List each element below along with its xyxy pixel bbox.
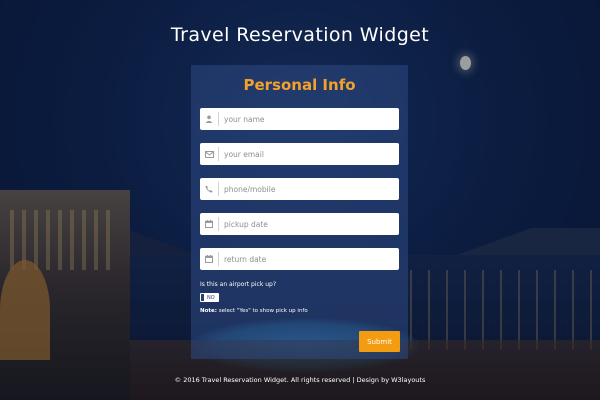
calendar-icon xyxy=(200,213,218,235)
phone-input[interactable] xyxy=(224,179,399,199)
note-text: select "Yes" to show pick up info xyxy=(216,308,308,314)
calendar-icon xyxy=(200,248,218,270)
pickup-date-field[interactable] xyxy=(200,213,399,235)
note-prefix: Note: xyxy=(200,308,217,314)
email-field[interactable] xyxy=(200,143,399,165)
phone-icon xyxy=(200,178,218,200)
airport-pickup-toggle[interactable]: NO xyxy=(200,293,219,302)
footer-copyright: © 2016 Travel Reservation Widget. All ri… xyxy=(174,376,426,384)
return-date-input[interactable] xyxy=(224,249,399,269)
toggle-label: NO xyxy=(207,294,215,301)
field-divider xyxy=(218,147,219,161)
form-title: Personal Info xyxy=(243,76,356,94)
envelope-icon xyxy=(200,143,218,165)
submit-button[interactable]: Submit xyxy=(359,331,400,352)
pickup-date-input[interactable] xyxy=(224,214,399,234)
email-input[interactable] xyxy=(224,144,399,164)
airport-pickup-question: Is this an airport pick up? xyxy=(200,281,277,288)
field-divider xyxy=(218,112,219,126)
field-divider xyxy=(218,252,219,266)
user-icon xyxy=(200,108,218,130)
field-divider xyxy=(218,217,219,231)
personal-info-form: Personal Info Is this an ai xyxy=(191,65,408,359)
field-divider xyxy=(218,182,219,196)
return-date-field[interactable] xyxy=(200,248,399,270)
name-input[interactable] xyxy=(224,109,399,129)
pickup-note: Note: select "Yes" to show pick up info xyxy=(200,308,308,314)
name-field[interactable] xyxy=(200,108,399,130)
toggle-knob xyxy=(201,294,204,301)
phone-field[interactable] xyxy=(200,178,399,200)
page-title: Travel Reservation Widget xyxy=(170,24,430,46)
